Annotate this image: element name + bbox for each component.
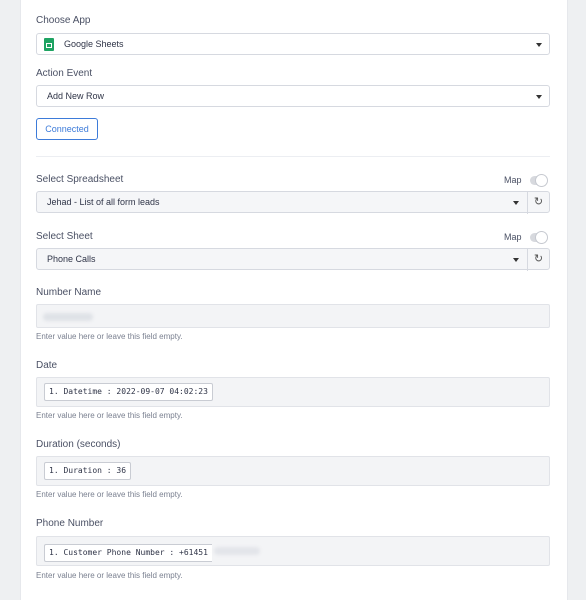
date-field[interactable]: 1. Datetime : 2022-09-07 04:02:23 — [36, 377, 550, 407]
duration-mapped-value[interactable]: 1. Duration : 36 — [44, 462, 132, 480]
choose-app-label: Choose App — [36, 15, 91, 26]
duration-field[interactable]: 1. Duration : 36 — [36, 456, 550, 486]
phone-number-field[interactable]: 1. Customer Phone Number : +61451 — [36, 536, 550, 566]
chevron-down-icon — [513, 258, 519, 262]
select-sheet-value: Phone Calls — [47, 254, 96, 264]
phone-mapped-value: 1. Customer Phone Number : +61451 — [44, 544, 212, 562]
select-sheet-label: Select Sheet — [36, 231, 93, 242]
duration-label: Duration (seconds) — [36, 439, 121, 450]
redacted-value — [213, 546, 260, 555]
number-name-helper: Enter value here or leave this field emp… — [36, 332, 183, 341]
sheet-map-toggle[interactable] — [530, 232, 547, 243]
phone-mapped-value-wrap[interactable]: 1. Customer Phone Number : +61451 — [44, 542, 260, 562]
refresh-icon[interactable]: ↻ — [527, 192, 549, 214]
choose-app-select[interactable]: Google Sheets — [36, 33, 550, 55]
select-spreadsheet-select[interactable]: Jehad - List of all form leads ↻ — [36, 191, 550, 214]
chevron-down-icon — [513, 201, 519, 205]
number-name-field[interactable] — [36, 304, 550, 328]
select-spreadsheet-value: Jehad - List of all form leads — [47, 197, 160, 207]
select-sheet-select[interactable]: Phone Calls ↻ — [36, 248, 550, 271]
date-mapped-value[interactable]: 1. Datetime : 2022-09-07 04:02:23 — [44, 383, 213, 401]
duration-helper: Enter value here or leave this field emp… — [36, 490, 183, 499]
choose-app-value: Google Sheets — [64, 39, 124, 49]
number-name-label: Number Name — [36, 287, 102, 298]
chevron-down-icon — [536, 43, 542, 47]
phone-number-label: Phone Number — [36, 518, 104, 529]
action-event-value: Add New Row — [47, 91, 105, 101]
redacted-value — [43, 313, 93, 321]
refresh-icon[interactable]: ↻ — [527, 249, 549, 271]
date-label: Date — [36, 360, 58, 371]
action-config-card: Choose App Google Sheets Action Event Ad… — [20, 0, 568, 600]
action-event-select[interactable]: Add New Row — [36, 85, 550, 107]
spreadsheet-map-toggle[interactable] — [530, 175, 547, 186]
chevron-down-icon — [536, 95, 542, 99]
select-spreadsheet-label: Select Spreadsheet — [36, 174, 124, 185]
sheet-map-label: Map — [504, 232, 522, 242]
section-divider — [36, 156, 550, 157]
connected-button[interactable]: Connected — [36, 118, 98, 140]
date-helper: Enter value here or leave this field emp… — [36, 411, 183, 420]
phone-number-helper: Enter value here or leave this field emp… — [36, 571, 183, 580]
spreadsheet-map-label: Map — [504, 175, 522, 185]
action-event-label: Action Event — [36, 68, 93, 79]
google-sheets-icon — [44, 38, 54, 51]
